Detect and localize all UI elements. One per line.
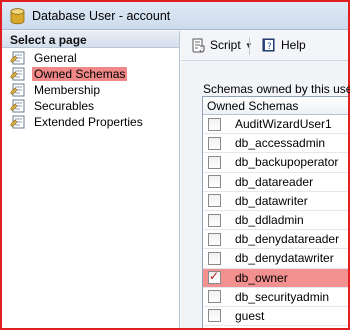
schema-name: db_backupoperator — [235, 155, 339, 170]
schema-name: db_denydatareader — [235, 232, 340, 247]
column-header-owned-schemas[interactable]: Owned Schemas — [203, 97, 348, 115]
page-label: General — [34, 51, 77, 65]
schema-row[interactable]: db_backupoperator — [203, 153, 348, 173]
window-title: Database User - account — [32, 9, 171, 23]
schema-checkbox[interactable] — [208, 213, 221, 227]
schema-row-db-owner[interactable]: db_owner — [203, 268, 348, 288]
schema-name: guest — [235, 308, 265, 323]
page-icon — [10, 99, 25, 113]
page-list: General Owned Schemas Membership Securab… — [2, 48, 179, 130]
schemas-section-label: Schemas owned by this user: — [203, 82, 350, 96]
title-bar[interactable]: Database User - account — [2, 2, 348, 30]
help-book-icon: ? — [262, 38, 275, 52]
page-selector-pane: Select a page General Owned Schemas Memb… — [2, 31, 180, 328]
schema-checkbox[interactable] — [208, 155, 221, 169]
page-label: Extended Properties — [34, 115, 143, 129]
schema-row[interactable]: db_datareader — [203, 173, 348, 192]
toolbar-divider — [249, 37, 250, 55]
schema-name: db_ddladmin — [235, 213, 304, 228]
schema-row[interactable]: db_accessadmin — [203, 134, 348, 154]
page-item-membership[interactable]: Membership — [10, 82, 179, 98]
page-item-extended-properties[interactable]: Extended Properties — [10, 114, 179, 130]
schema-row[interactable]: AuditWizardUser1 — [203, 115, 348, 135]
database-user-icon — [10, 8, 25, 25]
schema-checkbox[interactable] — [208, 232, 221, 246]
schema-checkbox[interactable] — [208, 309, 221, 323]
help-button[interactable]: ? Help — [261, 37, 306, 53]
owned-schemas-grid: Owned Schemas AuditWizardUser1 db_access… — [202, 96, 348, 328]
select-page-header: Select a page — [2, 31, 179, 48]
schema-name: db_datareader — [235, 174, 314, 189]
page-icon — [10, 51, 25, 65]
page-icon — [10, 67, 25, 81]
schema-name: db_securityadmin — [235, 289, 330, 304]
schema-name: db_accessadmin — [235, 136, 326, 151]
schema-row[interactable]: db_denydatawriter — [203, 249, 348, 269]
schema-row[interactable]: db_ddladmin — [203, 211, 348, 231]
page-item-owned-schemas[interactable]: Owned Schemas — [10, 66, 179, 82]
schema-checkbox-checked[interactable] — [208, 269, 221, 285]
schema-checkbox[interactable] — [208, 194, 221, 208]
page-icon — [10, 115, 25, 129]
schema-name: AuditWizardUser1 — [235, 117, 332, 132]
script-button[interactable]: Script ▼ — [190, 37, 253, 53]
schema-checkbox[interactable] — [208, 136, 221, 150]
page-item-securables[interactable]: Securables — [10, 98, 179, 114]
schema-name: db_datawriter — [235, 193, 308, 208]
schema-checkbox[interactable] — [208, 251, 221, 265]
toolbar: Script ▼ ? Help — [181, 31, 348, 61]
schema-checkbox[interactable] — [208, 117, 221, 131]
schema-row[interactable]: db_securityadmin — [203, 288, 348, 307]
schema-row[interactable]: guest — [203, 307, 348, 327]
page-label: Owned Schemas — [32, 67, 128, 81]
page-label: Securables — [34, 99, 95, 113]
page-icon — [10, 83, 25, 97]
script-label: Script — [210, 38, 241, 52]
script-icon — [192, 38, 205, 53]
page-label: Membership — [34, 83, 101, 97]
svg-text:?: ? — [267, 42, 272, 52]
schema-checkbox[interactable] — [208, 290, 221, 304]
schema-row[interactable]: db_datawriter — [203, 192, 348, 211]
help-label: Help — [281, 38, 306, 52]
schema-checkbox[interactable] — [208, 175, 221, 189]
schema-row[interactable]: db_denydatareader — [203, 230, 348, 250]
content-pane: Script ▼ ? Help Schemas owned by this us… — [181, 31, 350, 328]
page-item-general[interactable]: General — [10, 50, 179, 66]
schema-name: db_denydatawriter — [235, 251, 334, 266]
schema-name: db_owner — [235, 270, 288, 285]
